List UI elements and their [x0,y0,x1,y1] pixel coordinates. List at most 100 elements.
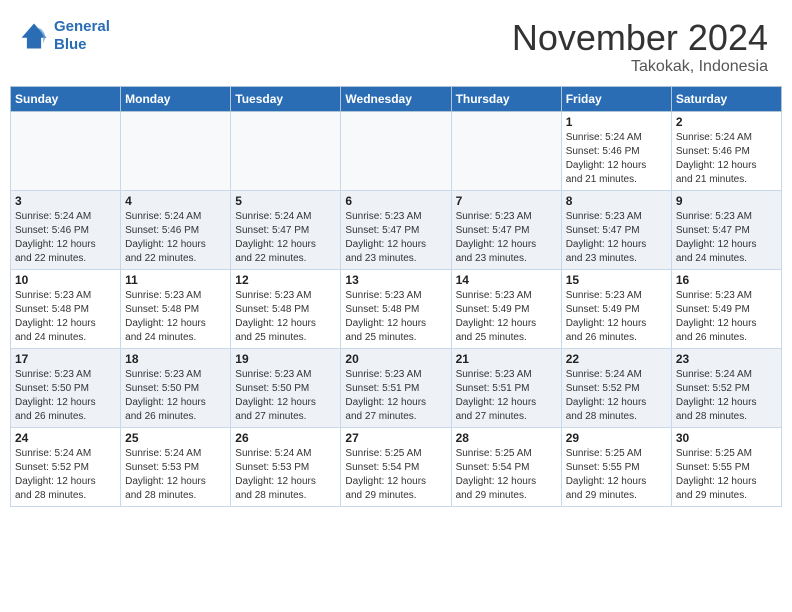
table-row: 10Sunrise: 5:23 AMSunset: 5:48 PMDayligh… [11,269,121,348]
day-info: Sunrise: 5:23 AMSunset: 5:48 PMDaylight:… [125,289,226,345]
title-block: November 2024 Takokak, Indonesia [512,18,768,76]
logo-general: General [54,18,110,35]
day-number: 6 [345,194,446,208]
table-row: 12Sunrise: 5:23 AMSunset: 5:48 PMDayligh… [231,269,341,348]
day-info: Sunrise: 5:24 AMSunset: 5:46 PMDaylight:… [676,131,777,187]
day-info: Sunrise: 5:23 AMSunset: 5:47 PMDaylight:… [676,210,777,266]
day-number: 30 [676,431,777,445]
table-row: 27 Sunrise: 5:25 AMSunset: 5:54 PMDayligh… [341,427,451,506]
day-info: Sunrise: 5:23 AMSunset: 5:50 PMDaylight:… [15,368,116,424]
day-number: 11 [125,273,226,287]
table-row: 30Sunrise: 5:25 AMSunset: 5:55 PMDayligh… [671,427,781,506]
day-number: 21 [456,352,557,366]
col-wednesday: Wednesday [341,86,451,111]
table-row: 9 Sunrise: 5:23 AMSunset: 5:47 PMDaylight… [671,190,781,269]
logo-blue: Blue [54,36,87,53]
col-thursday: Thursday [451,86,561,111]
col-tuesday: Tuesday [231,86,341,111]
day-info: Sunrise: 5:23 AMSunset: 5:47 PMDaylight:… [456,210,557,266]
day-number: 23 [676,352,777,366]
day-info: Sunrise: 5:24 AMSunset: 5:46 PMDaylight:… [125,210,226,266]
day-info: Sunrise: 5:23 AMSunset: 5:50 PMDaylight:… [235,368,336,424]
table-row: 15 Sunrise: 5:23 AMSunset: 5:49 PMDayligh… [561,269,671,348]
day-info: Sunrise: 5:23 AMSunset: 5:47 PMDaylight:… [345,210,446,266]
day-number: 2 [676,115,777,129]
day-number: 13 [345,273,446,287]
table-row [231,111,341,190]
calendar-week-row: 24 Sunrise: 5:24 AMSunset: 5:52 PMDayligh… [11,427,782,506]
day-number: 27 [345,431,446,445]
table-row: 1Sunrise: 5:24 AMSunset: 5:46 PMDaylight… [561,111,671,190]
day-number: 29 [566,431,667,445]
table-row: 16 Sunrise: 5:23 AMSunset: 5:49 PMDayligh… [671,269,781,348]
day-number: 19 [235,352,336,366]
day-number: 9 [676,194,777,208]
day-info: Sunrise: 5:23 AMSunset: 5:49 PMDaylight:… [456,289,557,345]
day-number: 15 [566,273,667,287]
col-friday: Friday [561,86,671,111]
day-info: Sunrise: 5:24 AMSunset: 5:47 PMDaylight:… [235,210,336,266]
table-row: 5Sunrise: 5:24 AMSunset: 5:47 PMDaylight… [231,190,341,269]
day-number: 1 [566,115,667,129]
day-info: Sunrise: 5:25 AMSunset: 5:54 PMDaylight:… [345,447,446,503]
month-title: November 2024 [512,18,768,58]
day-info: Sunrise: 5:23 AMSunset: 5:49 PMDaylight:… [566,289,667,345]
calendar-header-row: Sunday Monday Tuesday Wednesday Thursday… [11,86,782,111]
table-row [121,111,231,190]
day-info: Sunrise: 5:23 AMSunset: 5:47 PMDaylight:… [566,210,667,266]
day-number: 28 [456,431,557,445]
day-number: 24 [15,431,116,445]
table-row: 23 Sunrise: 5:24 AMSunset: 5:52 PMDayligh… [671,348,781,427]
day-number: 3 [15,194,116,208]
day-number: 25 [125,431,226,445]
table-row [11,111,121,190]
col-saturday: Saturday [671,86,781,111]
day-number: 7 [456,194,557,208]
table-row: 19 Sunrise: 5:23 AMSunset: 5:50 PMDayligh… [231,348,341,427]
table-row: 24 Sunrise: 5:24 AMSunset: 5:52 PMDayligh… [11,427,121,506]
day-number: 4 [125,194,226,208]
table-row: 26 Sunrise: 5:24 AMSunset: 5:53 PMDayligh… [231,427,341,506]
calendar-week-row: 1 Sunrise: 5:24 AMSunset: 5:46 PMDaylight… [11,111,782,190]
col-sunday: Sunday [11,86,121,111]
day-info: Sunrise: 5:24 AMSunset: 5:53 PMDaylight:… [235,447,336,503]
day-info: Sunrise: 5:24 AMSunset: 5:52 PMDaylight:… [566,368,667,424]
table-row: 18Sunrise: 5:23 AMSunset: 5:50 PMDayligh… [121,348,231,427]
table-row: 11 Sunrise: 5:23 AMSunset: 5:48 PMDayligh… [121,269,231,348]
day-info: Sunrise: 5:23 AMSunset: 5:49 PMDaylight:… [676,289,777,345]
page: General Blue November 2024 Takokak, Indo… [0,0,792,612]
day-info: Sunrise: 5:23 AMSunset: 5:51 PMDaylight:… [345,368,446,424]
calendar-week-row: 17 Sunrise: 5:23 AMSunset: 5:50 PMDayligh… [11,348,782,427]
day-number: 12 [235,273,336,287]
table-row: 2 Sunrise: 5:24 AMSunset: 5:46 PMDaylight… [671,111,781,190]
day-number: 26 [235,431,336,445]
day-number: 8 [566,194,667,208]
location: Takokak, Indonesia [512,58,768,76]
table-row: 13Sunrise: 5:23 AMSunset: 5:48 PMDayligh… [341,269,451,348]
table-row: 25Sunrise: 5:24 AMSunset: 5:53 PMDayligh… [121,427,231,506]
day-info: Sunrise: 5:25 AMSunset: 5:54 PMDaylight:… [456,447,557,503]
day-info: Sunrise: 5:24 AMSunset: 5:52 PMDaylight:… [15,447,116,503]
table-row: 4 Sunrise: 5:24 AMSunset: 5:46 PMDaylight… [121,190,231,269]
table-row: 8 Sunrise: 5:23 AMSunset: 5:47 PMDaylight… [561,190,671,269]
calendar-week-row: 3 Sunrise: 5:24 AMSunset: 5:46 PMDaylight… [11,190,782,269]
day-info: Sunrise: 5:24 AMSunset: 5:52 PMDaylight:… [676,368,777,424]
table-row [341,111,451,190]
table-row: 6 Sunrise: 5:23 AMSunset: 5:47 PMDaylight… [341,190,451,269]
day-info: Sunrise: 5:24 AMSunset: 5:46 PMDaylight:… [15,210,116,266]
day-number: 16 [676,273,777,287]
logo-text: General Blue [54,18,110,54]
table-row: 20 Sunrise: 5:23 AMSunset: 5:51 PMDayligh… [341,348,451,427]
day-info: Sunrise: 5:23 AMSunset: 5:50 PMDaylight:… [125,368,226,424]
calendar-week-row: 10Sunrise: 5:23 AMSunset: 5:48 PMDayligh… [11,269,782,348]
day-number: 22 [566,352,667,366]
day-info: Sunrise: 5:23 AMSunset: 5:48 PMDaylight:… [15,289,116,345]
table-row: 3 Sunrise: 5:24 AMSunset: 5:46 PMDaylight… [11,190,121,269]
day-number: 20 [345,352,446,366]
table-row: 29Sunrise: 5:25 AMSunset: 5:55 PMDayligh… [561,427,671,506]
table-row: 14Sunrise: 5:23 AMSunset: 5:49 PMDayligh… [451,269,561,348]
table-row: 7 Sunrise: 5:23 AMSunset: 5:47 PMDaylight… [451,190,561,269]
day-info: Sunrise: 5:23 AMSunset: 5:51 PMDaylight:… [456,368,557,424]
day-number: 17 [15,352,116,366]
logo-icon [18,20,50,52]
